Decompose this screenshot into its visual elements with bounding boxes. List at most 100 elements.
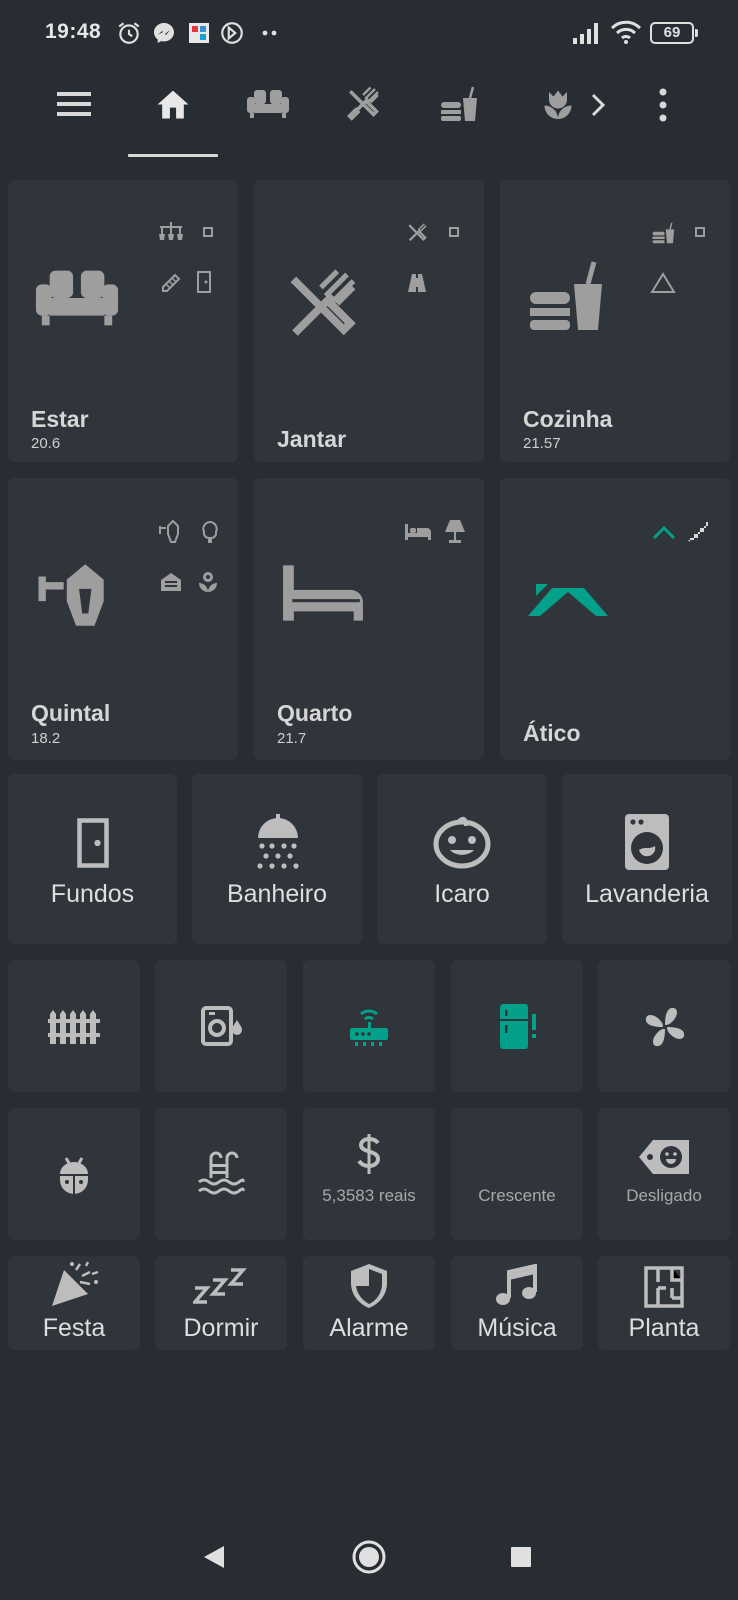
lamp-icon	[445, 520, 465, 543]
room-name: Ático	[523, 720, 581, 746]
room-icon-bed	[283, 565, 363, 621]
moon-crescent-icon	[515, 1136, 535, 1176]
bed-icon	[405, 524, 431, 540]
wifi-icon	[610, 20, 642, 44]
app-notification-icon	[189, 23, 209, 43]
sofa-icon[interactable]	[246, 88, 290, 120]
fan-icon	[645, 1007, 685, 1047]
sensor-value: Desligado	[626, 1186, 702, 1205]
pool-icon	[198, 1151, 245, 1195]
roof-icon	[652, 525, 676, 540]
garage-icon	[161, 573, 181, 591]
small-square-icon	[203, 227, 213, 237]
scene-name: Dormir	[183, 1314, 259, 1342]
signal-icon	[573, 23, 598, 44]
tag-face-icon	[639, 1140, 689, 1174]
music-note-icon	[496, 1264, 537, 1305]
home-circle-icon[interactable]	[352, 1540, 386, 1574]
sensor-pool-button[interactable]	[155, 1108, 287, 1240]
pencil-icon	[162, 273, 181, 292]
shower-icon	[257, 814, 299, 869]
battery-level: 69	[663, 24, 681, 41]
room-name: Fundos	[50, 880, 135, 908]
room-name: Banheiro	[226, 880, 328, 908]
utensils-icon	[408, 223, 427, 242]
more-notifications-icon	[262, 30, 277, 36]
alarm-clock-icon	[118, 22, 140, 44]
room-name: Estar	[31, 406, 89, 432]
sensor-value: 5,3583 reais	[322, 1186, 416, 1205]
device-fan-button[interactable]	[598, 960, 730, 1092]
scene-dormir-button[interactable]: Dormir	[155, 1256, 287, 1350]
scene-name: Planta	[628, 1314, 700, 1342]
utensils-icon[interactable]	[344, 86, 382, 122]
room-card-cozinha[interactable]: Cozinha 21.57	[500, 180, 730, 462]
chevron-right-icon[interactable]	[588, 92, 608, 118]
messenger-icon	[154, 23, 174, 43]
floor-plan-icon	[644, 1266, 684, 1308]
room-icon-utensils	[290, 269, 356, 336]
food-drink-icon[interactable]	[440, 86, 480, 122]
status-time: 19:48	[45, 20, 102, 43]
more-vertical-icon[interactable]	[657, 88, 669, 122]
bug-icon	[60, 1157, 88, 1194]
room-card-banheiro[interactable]: Banheiro	[192, 774, 362, 944]
small-square-icon	[449, 227, 459, 237]
router-wireless-icon	[350, 1009, 388, 1046]
scene-name: Festa	[42, 1314, 106, 1342]
scene-planta-button[interactable]: Planta	[598, 1256, 730, 1350]
menu-icon[interactable]	[55, 89, 93, 119]
room-temperature: 20.6	[31, 435, 61, 452]
party-popper-icon	[52, 1261, 99, 1306]
device-fence-button[interactable]	[8, 960, 140, 1092]
outdoor-lamp-icon	[159, 520, 179, 543]
room-card-lavanderia[interactable]: Lavanderia	[562, 774, 732, 944]
scene-name: Alarme	[329, 1314, 409, 1342]
sensor-tag-button[interactable]: Desligado	[598, 1108, 730, 1240]
sensor-moon-button[interactable]: Crescente	[451, 1108, 583, 1240]
room-card-estar[interactable]: Estar 20.6	[8, 180, 238, 462]
room-card-quintal[interactable]: Quintal 18.2	[8, 478, 238, 760]
triangle-outline-icon	[650, 272, 676, 293]
sensor-value: Crescente	[478, 1186, 556, 1205]
scene-musica-button[interactable]: Música	[451, 1256, 583, 1350]
room-card-quarto[interactable]: Quarto 21.7	[254, 478, 484, 760]
room-temperature: 21.7	[277, 730, 307, 747]
room-name: Lavanderia	[585, 880, 709, 908]
dollar-icon	[357, 1134, 381, 1174]
flower-icon[interactable]	[540, 86, 576, 122]
battery-tip	[695, 29, 698, 37]
sensor-bug-button[interactable]	[8, 1108, 140, 1240]
small-square-icon	[695, 227, 705, 237]
home-icon[interactable]	[154, 86, 192, 120]
room-card-atico[interactable]: Ático	[500, 478, 730, 760]
room-card-icaro[interactable]: Icaro	[377, 774, 547, 944]
fence-icon	[48, 1010, 100, 1044]
back-icon[interactable]	[202, 1544, 226, 1570]
room-temperature: 18.2	[31, 730, 61, 747]
device-water-heater-button[interactable]	[155, 960, 287, 1092]
door-icon	[197, 271, 211, 293]
room-name: Quintal	[31, 700, 111, 726]
room-card-jantar[interactable]: Jantar	[254, 180, 484, 462]
room-name: Quarto	[277, 700, 353, 726]
scene-alarme-button[interactable]: Alarme	[303, 1256, 435, 1350]
water-heater-icon	[201, 1006, 242, 1046]
room-name: Cozinha	[523, 406, 613, 432]
flower-icon	[199, 572, 217, 592]
food-drink-icon	[652, 222, 675, 244]
device-router-button[interactable]	[303, 960, 435, 1092]
room-name: Icaro	[434, 880, 490, 908]
status-bar: 19:48 69	[0, 0, 738, 64]
scene-name: Música	[477, 1314, 557, 1342]
baby-face-icon	[433, 816, 491, 869]
scene-festa-button[interactable]: Festa	[8, 1256, 140, 1350]
sensor-currency-button[interactable]: 5,3583 reais	[303, 1108, 435, 1240]
room-card-fundos[interactable]: Fundos	[8, 774, 177, 944]
room-temperature: 21.57	[523, 435, 561, 452]
recents-icon[interactable]	[510, 1546, 532, 1568]
chandelier-icon	[159, 222, 183, 240]
room-icon-roof	[528, 584, 608, 616]
device-fridge-button[interactable]	[451, 960, 583, 1092]
room-name: Jantar	[277, 426, 347, 452]
